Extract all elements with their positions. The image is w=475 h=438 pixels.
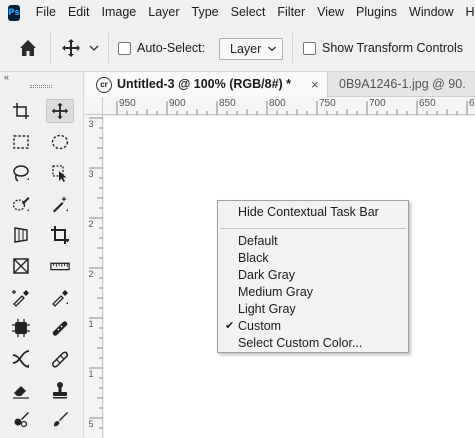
tools-panel: « [0,72,84,438]
menu-separator [220,228,406,229]
ruler-label: 1 [88,319,94,329]
menu-view[interactable]: View [311,0,350,25]
tab-0b9a1246-1[interactable]: 0B9A1246-1.jpg @ 90. [329,72,475,97]
menu-item-default[interactable]: Default [238,233,278,250]
dropdown-value: Layer [230,42,262,56]
menu-item-black[interactable]: Black [238,250,269,267]
auto-select-label: Auto-Select: [137,41,206,55]
tab-label: 0B9A1246-1.jpg @ 90. [339,77,466,91]
red-eye-tool-icon[interactable] [7,347,35,371]
eyedropper-tool-icon[interactable] [46,285,74,309]
menu-layer[interactable]: Layer [142,0,185,25]
checkmark-icon: ✔ [225,320,235,332]
document-tab-bar: cr Untitled-3 @ 100% (RGB/8#) * × 0B9A12… [85,72,475,97]
chevron-down-icon[interactable] [88,43,100,53]
cloud-document-icon: cr [96,77,112,93]
menu-select[interactable]: Select [225,0,272,25]
menu-file[interactable]: File [30,0,62,25]
quick-selection-tool-icon[interactable] [7,192,35,216]
tab-label: Untitled-3 @ 100% (RGB/8#) * [117,77,292,91]
menu-bar: Ps File Edit Image Layer Type Select Fil… [0,0,475,25]
menu-edit[interactable]: Edit [62,0,96,25]
rectangular-marquee-tool-icon[interactable] [7,130,35,154]
magic-wand-tool-icon[interactable] [46,192,74,216]
move-tool-preset-icon[interactable] [60,38,82,58]
menu-image[interactable]: Image [96,0,143,25]
menu-item-hide-contextual-task-bar[interactable]: Hide Contextual Task Bar [238,204,379,221]
menu-item-dark-gray[interactable]: Dark Gray [238,267,295,284]
menu-item-custom[interactable]: Custom [238,318,281,335]
photoshop-logo-icon: Ps [8,4,20,21]
options-bar: Auto-Select: Layer Show Transform Contro… [0,25,475,72]
auto-select-checkbox[interactable] [118,42,131,55]
chevron-down-icon [268,46,276,52]
show-transform-controls-checkbox[interactable] [303,42,316,55]
ruler-label: 850 [219,98,236,109]
mixer-brush-tool-icon[interactable] [7,407,35,431]
perspective-crop-tool-icon[interactable] [7,223,35,247]
ruler-label: 950 [119,98,136,109]
menu-help[interactable]: Help [460,0,475,25]
ruler-label: 2 [88,269,94,279]
healing-brush-tool-icon[interactable] [46,347,74,371]
move-tool-icon[interactable] [46,99,74,123]
ruler-label: 3 [88,119,94,129]
elliptical-marquee-tool-icon[interactable] [46,130,74,154]
ruler-label: 900 [169,98,186,109]
vertical-ruler[interactable]: 3 3 2 2 1 1 5 [85,115,103,438]
menu-plugins[interactable]: Plugins [350,0,403,25]
tab-untitled-3[interactable]: cr Untitled-3 @ 100% (RGB/8#) * × [85,72,328,97]
menu-item-light-gray[interactable]: Light Gray [238,301,296,318]
frame-tool-icon[interactable] [7,254,35,278]
ruler-label: 1 [88,369,94,379]
eraser-tool-icon[interactable] [7,378,35,402]
options-separator [292,33,293,63]
content-aware-move-tool-icon[interactable] [7,316,35,340]
auto-select-target-dropdown[interactable]: Layer [219,38,283,60]
ruler-label: 700 [369,98,386,109]
ruler-label: 800 [269,98,286,109]
crop-tool-icon[interactable] [46,223,74,247]
menu-window[interactable]: Window [403,0,459,25]
lasso-tool-icon[interactable] [7,161,35,185]
ruler-label: 5 [88,419,94,429]
panel-grip[interactable] [30,85,52,88]
collapse-panel-icon[interactable]: « [4,72,9,82]
canvas-background-context-menu: Hide Contextual Task Bar Default Black D… [217,200,409,353]
menu-filter[interactable]: Filter [271,0,311,25]
options-separator [108,33,109,63]
ruler-label: 650 [419,98,436,109]
show-transform-controls-label: Show Transform Controls [322,41,464,55]
menu-item-medium-gray[interactable]: Medium Gray [238,284,313,301]
object-selection-tool-icon[interactable] [46,161,74,185]
home-icon[interactable] [18,38,38,58]
ruler-label: 2 [88,219,94,229]
close-icon[interactable]: × [311,72,319,97]
ruler-label: 3 [88,169,94,179]
spot-healing-brush-tool-icon[interactable] [46,316,74,340]
brush-tool-icon[interactable] [46,407,74,431]
ruler-label: 750 [319,98,336,109]
horizontal-ruler[interactable]: 950 900 850 800 750 700 650 6 [85,97,475,115]
clone-stamp-tool-icon[interactable] [46,378,74,402]
artboard-tool-icon[interactable] [7,99,35,123]
color-sampler-tool-icon[interactable] [7,285,35,309]
ruler-label: 6 [469,98,475,109]
ruler-tool-icon[interactable] [46,254,74,278]
menu-item-select-custom-color[interactable]: Select Custom Color... [238,335,362,352]
menu-type[interactable]: Type [186,0,225,25]
ruler-origin[interactable] [85,97,103,115]
options-separator [50,33,51,63]
